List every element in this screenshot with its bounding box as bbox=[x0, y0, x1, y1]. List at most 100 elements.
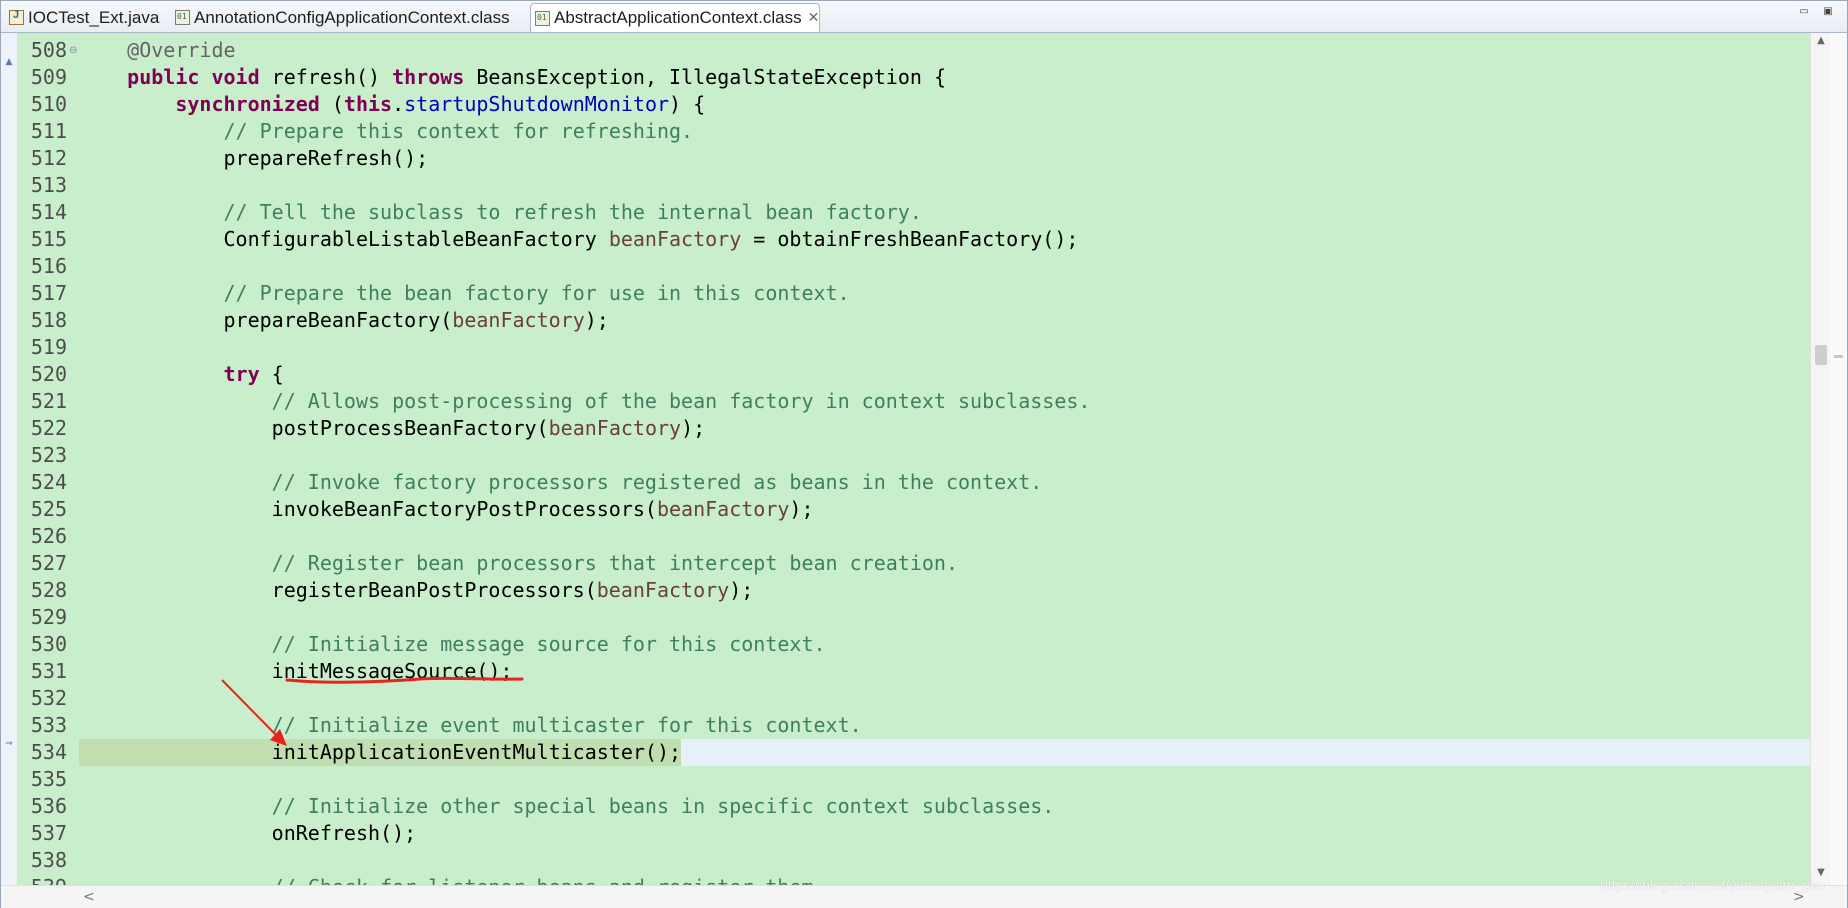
vertical-scrollbar[interactable]: ▲ ▼ bbox=[1810, 33, 1831, 885]
code-token: invokeBeanFactoryPostProcessors( bbox=[79, 497, 657, 521]
code-line[interactable]: ConfigurableListableBeanFactory beanFact… bbox=[79, 226, 1078, 253]
code-line[interactable]: @Override bbox=[79, 37, 236, 64]
code-token: ); bbox=[789, 497, 814, 521]
code-token: // Prepare this context for refreshing. bbox=[223, 119, 694, 143]
code-token: ); bbox=[584, 308, 609, 332]
code-token: synchronized bbox=[175, 92, 320, 116]
minimize-button[interactable]: ▭ bbox=[1797, 6, 1811, 18]
code-token: beanFactory bbox=[548, 416, 682, 440]
code-line[interactable]: // Initialize message source for this co… bbox=[79, 631, 826, 658]
code-token: // Register bean processors that interce… bbox=[271, 551, 958, 575]
code-token: // Initialize other special beans in spe… bbox=[271, 794, 1055, 818]
override-marker-icon: ▲ bbox=[5, 57, 13, 67]
code-token: this bbox=[343, 92, 393, 116]
code-token: ConfigurableListableBeanFactory bbox=[79, 227, 609, 251]
line-number: 533 bbox=[30, 713, 67, 737]
code-line[interactable]: // Initialize event multicaster for this… bbox=[79, 712, 862, 739]
horizontal-scrollbar[interactable]: < > bbox=[1, 885, 1847, 908]
overview-ruler-mark[interactable] bbox=[1834, 355, 1843, 358]
line-number: 523 bbox=[30, 443, 67, 467]
code-token: ) { bbox=[669, 92, 706, 116]
code-line[interactable]: // Invoke factory processors registered … bbox=[79, 469, 1043, 496]
close-icon[interactable]: ✕ bbox=[808, 10, 820, 26]
code-line[interactable]: prepareBeanFactory(beanFactory); bbox=[79, 307, 609, 334]
code-token: beanFactory bbox=[608, 227, 742, 251]
tab-ioctest-ext[interactable]: IOCTest_Ext.java bbox=[5, 4, 159, 31]
line-number: 526 bbox=[30, 524, 67, 548]
line-number: 538 bbox=[30, 848, 67, 872]
line-number: 530 bbox=[30, 632, 67, 656]
maximize-button[interactable]: ▣ bbox=[1821, 6, 1835, 18]
code-line[interactable]: // Register bean processors that interce… bbox=[79, 550, 958, 577]
line-number: 515 bbox=[30, 227, 67, 251]
line-number: 539 bbox=[17, 874, 67, 885]
line-number: 534 bbox=[30, 740, 67, 764]
line-number: 528 bbox=[30, 578, 67, 602]
code-line[interactable]: prepareRefresh(); bbox=[79, 145, 428, 172]
line-number: 537 bbox=[30, 821, 67, 845]
line-number: 525 bbox=[30, 497, 67, 521]
tab-annotation-config-application-context[interactable]: AnnotationConfigApplicationContext.class bbox=[171, 4, 523, 31]
code-token: refresh() bbox=[259, 65, 393, 89]
overview-ruler[interactable] bbox=[1830, 33, 1847, 885]
code-line[interactable]: invokeBeanFactoryPostProcessors(beanFact… bbox=[79, 496, 814, 523]
line-number: 518 bbox=[30, 308, 67, 332]
code-token: try bbox=[223, 362, 260, 386]
line-number: 535 bbox=[30, 767, 67, 791]
current-line-marker-icon: ⇒ bbox=[5, 739, 13, 749]
code-token: { bbox=[259, 362, 284, 386]
code-token: initApplicationEventMulticaster(); bbox=[79, 740, 682, 764]
code-line[interactable]: // Prepare this context for refreshing. bbox=[79, 118, 694, 145]
line-number: 511 bbox=[30, 119, 67, 143]
vertical-ruler[interactable]: ▲ ⇒ bbox=[1, 33, 18, 885]
code-line[interactable]: try { bbox=[79, 361, 284, 388]
line-number: 519 bbox=[30, 335, 67, 359]
code-line[interactable]: synchronized (this.startupShutdownMonito… bbox=[79, 91, 705, 118]
code-line[interactable]: onRefresh(); bbox=[79, 820, 417, 847]
line-number: 514 bbox=[30, 200, 67, 224]
line-number: 524 bbox=[30, 470, 67, 494]
code-text-area[interactable]: @Override public void refresh() throws B… bbox=[79, 33, 1810, 885]
code-token: beanFactory bbox=[452, 308, 585, 332]
code-line[interactable]: // Tell the subclass to refresh the inte… bbox=[79, 199, 922, 226]
watermark-text: https://blog.csdn.net/yerenyuan_pku bbox=[1600, 877, 1825, 893]
scroll-left-icon[interactable]: < bbox=[83, 889, 95, 905]
code-token: = obtainFreshBeanFactory(); bbox=[741, 227, 1079, 251]
code-token: ( bbox=[319, 92, 344, 116]
line-number-gutter: 508 ⊖ 509 510 511 512 513 514 515 516 517 518 519 520… bbox=[17, 33, 79, 885]
scroll-up-icon[interactable]: ▲ bbox=[1814, 35, 1828, 49]
code-line[interactable]: postProcessBeanFactory(beanFactory); bbox=[79, 415, 706, 442]
code-token: throws bbox=[392, 65, 465, 89]
fold-collapse-icon[interactable]: ⊖ bbox=[69, 37, 77, 64]
code-token: // Allows post-processing of the bean fa… bbox=[271, 389, 1091, 413]
code-line[interactable]: public void refresh() throws BeansExcept… bbox=[79, 64, 946, 91]
code-line[interactable]: registerBeanPostProcessors(beanFactory); bbox=[79, 577, 754, 604]
editor-window: IOCTest_Ext.java AnnotationConfigApplica… bbox=[0, 0, 1848, 908]
code-token: onRefresh(); bbox=[79, 821, 417, 845]
code-token: @Override bbox=[127, 38, 236, 62]
code-token: beanFactory bbox=[596, 578, 730, 602]
code-line[interactable]: initApplicationEventMulticaster(); bbox=[79, 739, 681, 766]
line-number: 520 bbox=[30, 362, 67, 386]
code-token: prepareBeanFactory( bbox=[79, 308, 453, 332]
scrollbar-thumb[interactable] bbox=[1815, 345, 1827, 365]
code-line[interactable]: // Check for listener beans and register… bbox=[79, 874, 826, 885]
tab-abstract-application-context[interactable]: AbstractApplicationContext.class ✕ bbox=[530, 3, 820, 32]
code-token: // Initialize event multicaster for this… bbox=[271, 713, 862, 737]
line-number: 536 bbox=[30, 794, 67, 818]
code-editor[interactable]: ▲ ⇒ 508 ⊖ 509 510 511 512 513 514 515 516 517 518 51… bbox=[1, 33, 1847, 885]
line-number: 510 bbox=[30, 92, 67, 116]
code-line[interactable]: initMessageSource(); bbox=[79, 658, 513, 685]
code-token: initMessageSource(); bbox=[79, 659, 513, 683]
line-number: 521 bbox=[30, 389, 67, 413]
code-line[interactable]: // Initialize other special beans in spe… bbox=[79, 793, 1055, 820]
code-line[interactable]: // Allows post-processing of the bean fa… bbox=[79, 388, 1091, 415]
code-line[interactable]: // Prepare the bean factory for use in t… bbox=[79, 280, 850, 307]
